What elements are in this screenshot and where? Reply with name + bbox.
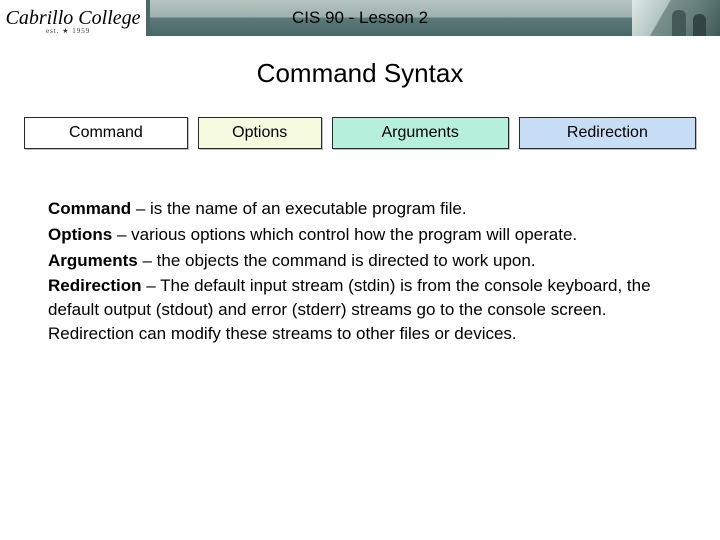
header-title: CIS 90 - Lesson 2 xyxy=(292,8,428,28)
header-photo xyxy=(632,0,720,36)
def-options-label: Options xyxy=(48,225,112,244)
slide-title: Command Syntax xyxy=(0,58,720,89)
chip-arguments: Arguments xyxy=(332,117,509,149)
header-bar: Cabrillo College est. ★ 1959 CIS 90 - Le… xyxy=(0,0,720,36)
def-arguments-label: Arguments xyxy=(48,251,138,270)
def-command-text: – is the name of an executable program f… xyxy=(131,199,466,218)
syntax-row: Command Options Arguments Redirection xyxy=(0,117,720,149)
chip-redirection: Redirection xyxy=(519,117,696,149)
def-command-label: Command xyxy=(48,199,131,218)
def-arguments-text: – the objects the command is directed to… xyxy=(138,251,536,270)
def-redirection-label: Redirection xyxy=(48,276,142,295)
def-options-text: – various options which control how the … xyxy=(112,225,577,244)
chip-options: Options xyxy=(198,117,322,149)
def-options: Options – various options which control … xyxy=(48,223,672,247)
def-command: Command – is the name of an executable p… xyxy=(48,197,672,221)
logo-est: est. ★ 1959 xyxy=(46,27,90,35)
def-arguments: Arguments – the objects the command is d… xyxy=(48,249,672,273)
college-logo: Cabrillo College est. ★ 1959 xyxy=(0,0,150,36)
def-redirection: Redirection – The default input stream (… xyxy=(48,274,672,345)
chip-command: Command xyxy=(24,117,188,149)
definitions: Command – is the name of an executable p… xyxy=(0,197,720,346)
